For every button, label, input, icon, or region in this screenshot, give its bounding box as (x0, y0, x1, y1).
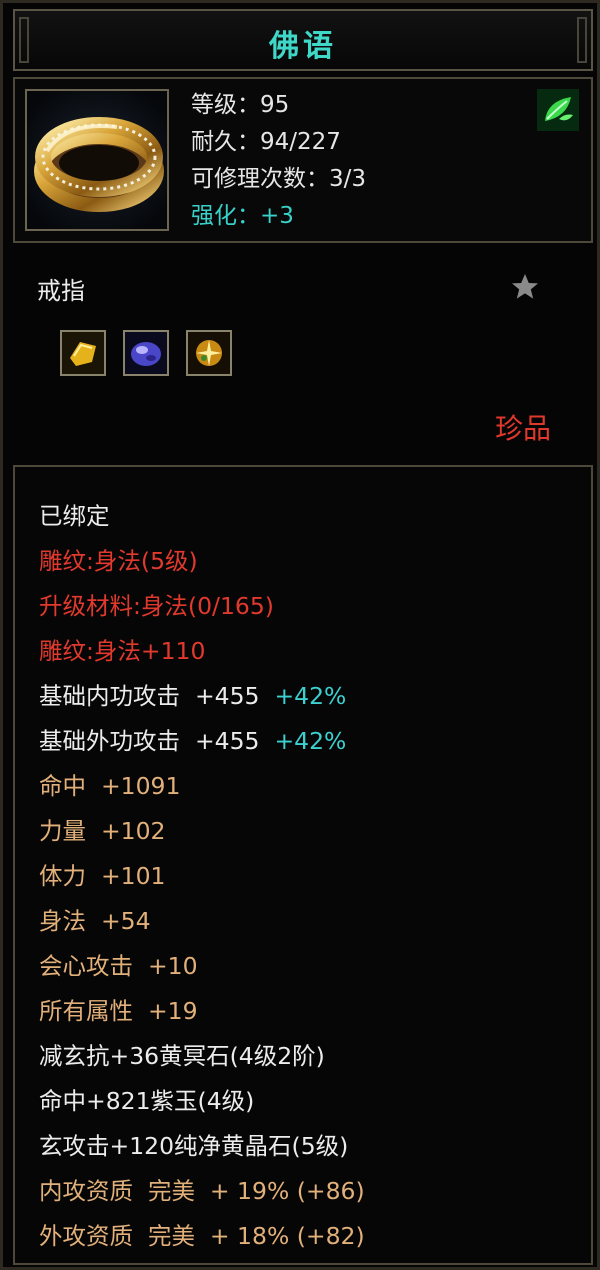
attribute-line: 身法 +54 (39, 902, 151, 936)
rarity-label: 珍品 (494, 412, 551, 445)
attribute-line: 命中 +1091 (39, 767, 180, 801)
attribute-line: 会心攻击 +10 (39, 947, 198, 981)
attribute-text: 命中+821紫玉(4级) (39, 1087, 255, 1115)
attribute-text: 已绑定 (39, 502, 110, 530)
yellow-gem-icon (60, 330, 106, 376)
durability-text: 耐久：94/227 (191, 129, 341, 155)
item-header: 等级：95 耐久：94/227 可修理次数：3/3 强化：+3 (13, 77, 593, 243)
attribute-bonus-percent: +42% (259, 682, 347, 710)
attribute-line: 外攻资质 完美 + 18% (+82) (39, 1217, 365, 1251)
level-text: 等级：95 (191, 92, 290, 118)
attribute-line: 减玄抗+36黄冥石(4级2阶) (39, 1037, 325, 1071)
item-type: 戒指 (37, 277, 85, 305)
attribute-line: 玄攻击+120纯净黄晶石(5级) (39, 1127, 348, 1161)
attribute-line: 基础内功攻击 +455 +42% (39, 677, 346, 711)
attribute-line: 基础外功攻击 +455 +42% (39, 722, 346, 756)
attribute-text: 基础内功攻击 +455 (39, 682, 260, 710)
attribute-line: 内攻资质 完美 + 19% (+86) (39, 1172, 365, 1206)
attribute-text: 命中 +1091 (39, 772, 181, 800)
orange-gem-icon (186, 330, 232, 376)
purple-gem-icon (123, 330, 169, 376)
attribute-text: 所有属性 +19 (39, 997, 198, 1025)
attribute-line: 雕纹:身法(5级) (39, 542, 198, 576)
attribute-text: 身法 +54 (39, 907, 151, 935)
attribute-line: 已绑定 (39, 497, 110, 531)
title-bar: 佛语 (13, 9, 593, 71)
attribute-line: 雕纹:身法+110 (39, 632, 205, 666)
item-stats: 等级：95 耐久：94/227 可修理次数：3/3 强化：+3 (191, 87, 366, 235)
attribute-text: 力量 +102 (39, 817, 166, 845)
attribute-text: 外攻资质 完美 + 18% (+82) (39, 1222, 365, 1250)
attribute-line: 力量 +102 (39, 812, 166, 846)
attribute-panel: 已绑定雕纹:身法(5级) 升级材料:身法(0/165) 雕纹:身法+110 基础内功攻… (13, 465, 593, 1265)
attribute-text: 内攻资质 完美 + 19% (+86) (39, 1177, 365, 1205)
attribute-line: 命中+821紫玉(4级) (39, 1082, 254, 1116)
favorite-star-icon[interactable] (509, 271, 541, 303)
attribute-text: 升级材料:身法(0/165) (39, 592, 274, 620)
attribute-bonus-percent: +42% (259, 727, 347, 755)
attribute-text: 玄攻击+120纯净黄晶石(5级) (39, 1132, 349, 1160)
item-name: 佛语 (269, 29, 337, 64)
item-tooltip: 佛语 等级：95 耐久：94/227 可修理次数：3/3 强化：+3 戒指 珍品… (0, 0, 600, 1270)
attribute-text: 雕纹:身法(5级) (39, 547, 198, 575)
repair-count-text: 可修理次数：3/3 (191, 166, 367, 192)
ring-icon (25, 89, 169, 231)
attribute-text: 体力 +101 (39, 862, 166, 890)
attribute-line: 所有属性 +19 (39, 992, 198, 1026)
leaf-badge-icon (537, 89, 579, 131)
attribute-line: 升级材料:身法(0/165) (39, 587, 274, 621)
attribute-text: 减玄抗+36黄冥石(4级2阶) (39, 1042, 325, 1070)
enhance-text: 强化：+3 (191, 203, 294, 229)
attribute-text: 会心攻击 +10 (39, 952, 198, 980)
attribute-text: 雕纹:身法+110 (39, 637, 206, 665)
attribute-line: 体力 +101 (39, 857, 166, 891)
attribute-text: 基础外功攻击 +455 (39, 727, 260, 755)
